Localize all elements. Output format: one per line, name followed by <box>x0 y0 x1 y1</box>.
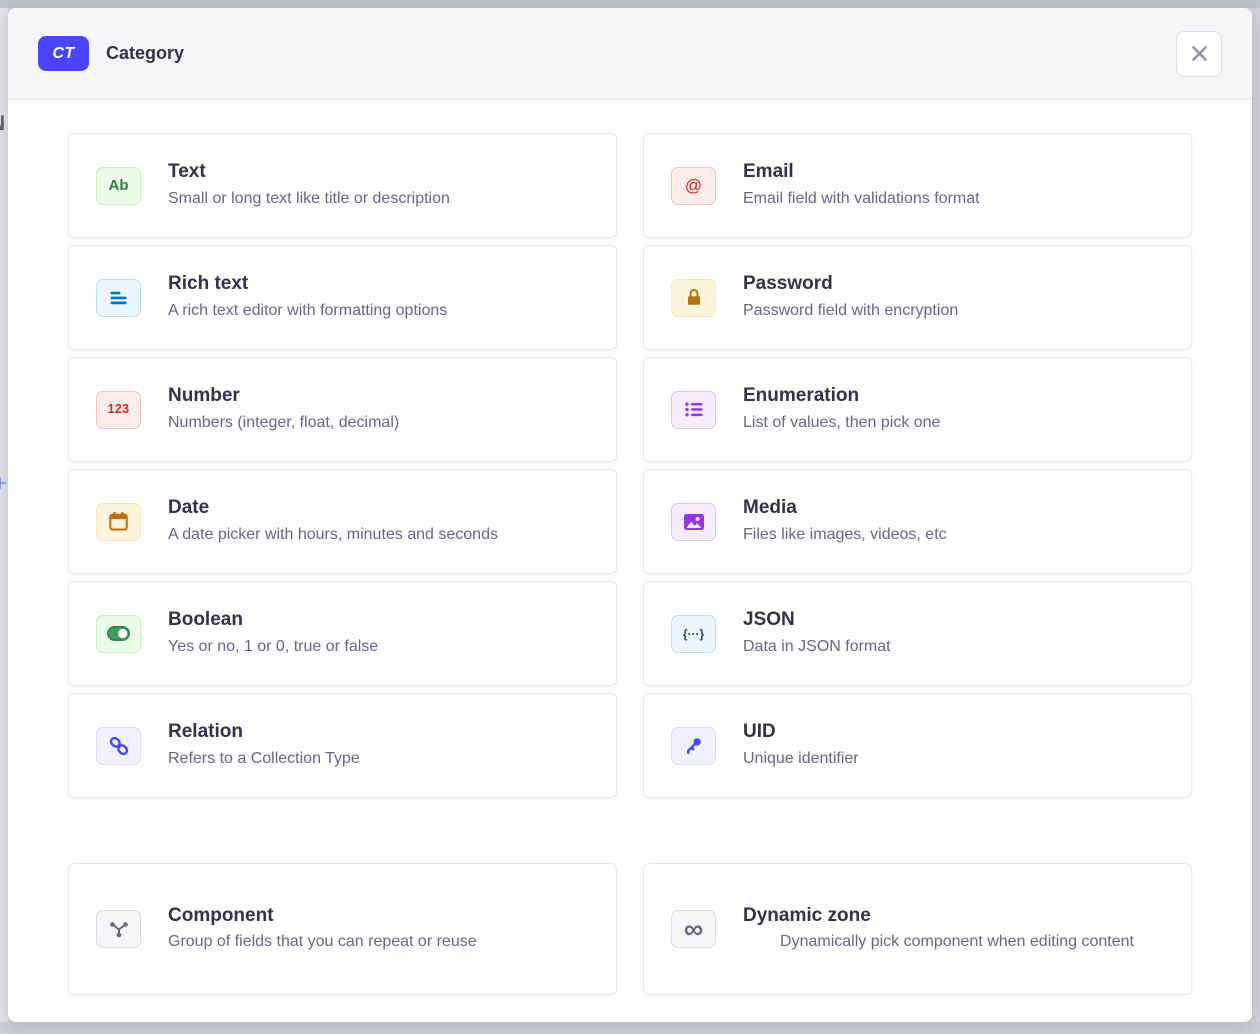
field-text: Component Group of fields that you can r… <box>168 904 596 955</box>
x-icon <box>1190 44 1209 63</box>
field-description: Small or long text like title or descrip… <box>168 187 596 211</box>
picture-icon <box>671 503 716 541</box>
field-title: Number <box>168 384 596 408</box>
field-card-enumeration[interactable]: Enumeration List of values, then pick on… <box>643 357 1192 462</box>
field-card-date[interactable]: Date A date picker with hours, minutes a… <box>68 469 617 574</box>
content-type-badge: CT <box>38 36 89 71</box>
field-description: Data in JSON format <box>743 635 1171 659</box>
field-description: Password field with encryption <box>743 299 1171 323</box>
field-title: Text <box>168 160 596 184</box>
select-field-modal: CT Category Ab Text Small or long text l… <box>8 8 1252 1022</box>
field-description: List of values, then pick one <box>743 411 1171 435</box>
chain-link-icon <box>96 727 141 765</box>
field-text: Text Small or long text like title or de… <box>168 160 596 211</box>
field-text: Boolean Yes or no, 1 or 0, true or false <box>168 608 596 659</box>
lock-icon <box>671 279 716 317</box>
field-text: Number Numbers (integer, float, decimal) <box>168 384 596 435</box>
curly-braces-icon: {···} <box>671 615 716 653</box>
field-card-component[interactable]: Component Group of fields that you can r… <box>68 863 617 995</box>
field-description: Group of fields that you can repeat or r… <box>168 930 596 954</box>
field-text: Relation Refers to a Collection Type <box>168 720 596 771</box>
field-text: Email Email field with validations forma… <box>743 160 1171 211</box>
ab-text-icon: Ab <box>96 167 141 205</box>
field-title: Password <box>743 272 1171 296</box>
field-title: JSON <box>743 608 1171 632</box>
field-description: Email field with validations format <box>743 187 1171 211</box>
toggle-on-icon <box>96 615 141 653</box>
field-card-media[interactable]: Media Files like images, videos, etc <box>643 469 1192 574</box>
numbers-123-icon: 123 <box>96 391 141 429</box>
field-text: Password Password field with encryption <box>743 272 1171 323</box>
field-title: Relation <box>168 720 596 744</box>
field-card-boolean[interactable]: Boolean Yes or no, 1 or 0, true or false <box>68 581 617 686</box>
calendar-icon <box>96 503 141 541</box>
field-description: A date picker with hours, minutes and se… <box>168 523 596 547</box>
default-fields-grid: Ab Text Small or long text like title or… <box>68 133 1192 798</box>
page-overlay-left: N + <box>0 8 8 1022</box>
field-card-richtext[interactable]: Rich text A rich text editor with format… <box>68 245 617 350</box>
field-description: Files like images, videos, etc <box>743 523 1171 547</box>
field-title: Boolean <box>168 608 596 632</box>
field-card-relation[interactable]: Relation Refers to a Collection Type <box>68 693 617 798</box>
field-description: Numbers (integer, float, decimal) <box>168 411 596 435</box>
field-card-json[interactable]: {···} JSON Data in JSON format <box>643 581 1192 686</box>
field-text: Enumeration List of values, then pick on… <box>743 384 1171 435</box>
modal-body: Ab Text Small or long text like title or… <box>8 100 1252 995</box>
bullet-list-icon <box>671 391 716 429</box>
field-title: Dynamic zone <box>743 904 1171 928</box>
modal-header: CT Category <box>8 8 1252 100</box>
field-card-password[interactable]: Password Password field with encryption <box>643 245 1192 350</box>
field-title: UID <box>743 720 1171 744</box>
field-title: Enumeration <box>743 384 1171 408</box>
field-text: Date A date picker with hours, minutes a… <box>168 496 596 547</box>
field-title: Media <box>743 496 1171 520</box>
field-card-email[interactable]: @ Email Email field with validations for… <box>643 133 1192 238</box>
page-overlay-bottom <box>0 1022 1260 1034</box>
field-description: Unique identifier <box>743 747 1171 771</box>
page-overlay-top <box>0 0 1260 8</box>
field-text: Rich text A rich text editor with format… <box>168 272 596 323</box>
field-title: Email <box>743 160 1171 184</box>
field-card-text[interactable]: Ab Text Small or long text like title or… <box>68 133 617 238</box>
key-icon <box>671 727 716 765</box>
field-description: A rich text editor with formatting optio… <box>168 299 596 323</box>
field-description: Dynamically pick component when editing … <box>743 930 1171 954</box>
modal-title: Category <box>106 43 184 64</box>
field-description: Refers to a Collection Type <box>168 747 596 771</box>
field-text: Dynamic zone Dynamically pick component … <box>743 904 1171 955</box>
background-nav-fragment: N <box>0 112 5 136</box>
field-description: Yes or no, 1 or 0, true or false <box>168 635 596 659</box>
field-text: Media Files like images, videos, etc <box>743 496 1171 547</box>
network-nodes-icon <box>96 910 141 948</box>
infinity-icon: ∞ <box>671 910 716 948</box>
field-card-dynamic-zone[interactable]: ∞ Dynamic zone Dynamically pick componen… <box>643 863 1192 995</box>
field-text: JSON Data in JSON format <box>743 608 1171 659</box>
advanced-fields-grid: Component Group of fields that you can r… <box>68 863 1192 995</box>
align-left-icon <box>96 279 141 317</box>
field-title: Rich text <box>168 272 596 296</box>
field-card-number[interactable]: 123 Number Numbers (integer, float, deci… <box>68 357 617 462</box>
field-text: UID Unique identifier <box>743 720 1171 771</box>
close-button[interactable] <box>1176 31 1222 77</box>
background-plus-fragment: + <box>0 470 7 498</box>
field-card-uid[interactable]: UID Unique identifier <box>643 693 1192 798</box>
at-sign-icon: @ <box>671 167 716 205</box>
field-title: Component <box>168 904 596 928</box>
field-title: Date <box>168 496 596 520</box>
